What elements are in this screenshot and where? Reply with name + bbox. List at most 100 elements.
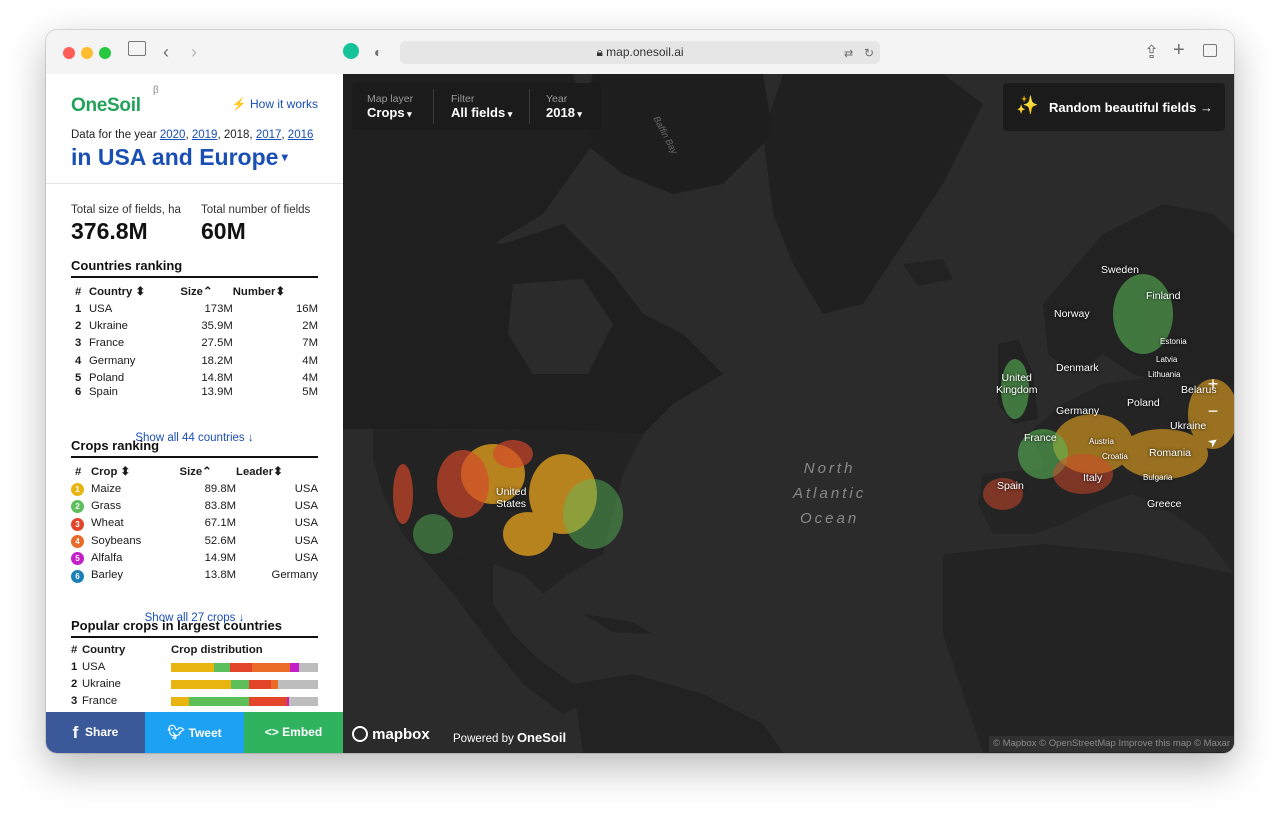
country-row[interactable]: 6 Spain 13.9M 5M	[71, 386, 318, 403]
crop-row[interactable]: 5 Alfalfa 14.9M USA	[71, 549, 318, 566]
powered-brand: OneSoil	[516, 730, 567, 745]
sidebar: OneSoil β ⚡ How it works Data for the ye…	[46, 74, 344, 753]
share-browser-icon[interactable]: ⇪	[1144, 42, 1159, 62]
back-icon[interactable]: ‹	[163, 42, 169, 62]
year-link-2017[interactable]: 2017	[256, 129, 282, 141]
crop-distribution-segment	[248, 697, 288, 706]
crop-row[interactable]: 2 Grass 83.8M USA	[71, 497, 318, 514]
countries-ranking-title: Countries ranking	[71, 258, 318, 278]
total-size-value: 376.8M	[71, 218, 148, 244]
how-it-works-link[interactable]: ⚡ How it works	[232, 97, 318, 111]
crop-size: 83.8M	[204, 499, 237, 512]
crop-row[interactable]: 1 Maize 89.8M USA	[71, 480, 318, 497]
country-row[interactable]: 3 France 27.5M 7M	[71, 335, 318, 352]
map-controls-panel: Map layer Crops ▾ Filter All fields ▾ Ye…	[352, 83, 601, 130]
popular-country[interactable]: France	[82, 695, 117, 707]
countries-header-row: # Country ⬍ Size⌃ Number⬍	[71, 283, 318, 300]
sidebar-toggle-icon[interactable]	[128, 41, 146, 56]
place-label: Poland	[1127, 397, 1160, 409]
crop-row[interactable]: 6 Barley 13.8M Germany	[71, 566, 318, 583]
crop-badge: 4	[71, 535, 84, 549]
country-size: 173M	[204, 302, 233, 315]
filter-dropdown[interactable]: Filter All fields ▾	[451, 93, 512, 120]
col-size[interactable]: Size⌃	[180, 283, 232, 300]
address-bar[interactable]: 🔒︎ map.onesoil.ai	[400, 41, 880, 64]
embed-button[interactable]: <> Embed	[244, 712, 343, 753]
year-prefix: Data for the year	[71, 129, 157, 141]
crop-distribution-segment	[213, 663, 230, 672]
place-label: Estonia	[1160, 337, 1187, 346]
rank: 2	[75, 319, 82, 332]
region-dropdown[interactable]: in USA and Europe ▾	[71, 144, 288, 171]
reload-icon[interactable]: ↻	[864, 43, 874, 63]
country-number: 5M	[302, 386, 318, 399]
chevron-down-icon: ▾	[278, 150, 288, 164]
year-link-2020[interactable]: 2020	[160, 129, 186, 141]
col-size-label: Size	[180, 286, 203, 298]
col-crop[interactable]: Crop ⬍	[91, 463, 180, 480]
map-layer-dropdown[interactable]: Map layer Crops ▾	[367, 93, 413, 120]
crop-name: Maize	[91, 482, 122, 495]
new-tab-icon[interactable]: +	[1173, 40, 1185, 60]
zoom-in-button[interactable]: +	[1200, 371, 1226, 397]
country-name: USA	[89, 302, 113, 315]
col-country: Country	[82, 644, 126, 656]
year-value: 2018	[546, 105, 575, 120]
minimize-window-button[interactable]	[81, 47, 93, 59]
map-canvas[interactable]: Map layer Crops ▾ Filter All fields ▾ Ye…	[343, 74, 1234, 753]
year-link-2016[interactable]: 2016	[288, 129, 314, 141]
country-row[interactable]: 1 USA 173M 16M	[71, 300, 318, 317]
shield-icon[interactable]: ◐	[374, 42, 382, 62]
zoom-window-button[interactable]	[99, 47, 111, 59]
countries-table: # Country ⬍ Size⌃ Number⬍ 1 USA 173M 16M 2U…	[71, 283, 318, 404]
country-size: 14.8M	[201, 371, 233, 384]
how-it-works-label: How it works	[249, 97, 318, 111]
country-row[interactable]: 5 Poland 14.8M 4M	[71, 369, 318, 386]
place-label: Finland	[1146, 290, 1181, 302]
col-number[interactable]: Number⬍	[233, 283, 318, 300]
map-attribution[interactable]: © Mapbox © OpenStreetMap Improve this ma…	[989, 736, 1234, 752]
crop-distribution-segment	[248, 680, 271, 689]
mapbox-logo[interactable]: mapbox	[352, 726, 430, 743]
share-button[interactable]: f Share	[46, 712, 145, 753]
crop-distribution-segment	[171, 663, 214, 672]
col-size[interactable]: Size⌃	[180, 463, 237, 480]
country-number: 16M	[296, 302, 318, 315]
popular-country[interactable]: Ukraine	[82, 678, 121, 690]
place-label: Italy	[1083, 472, 1103, 484]
popular-country[interactable]: USA	[82, 661, 105, 673]
zoom-out-button[interactable]: −	[1200, 398, 1226, 424]
country-row[interactable]: 2 Ukraine 35.9M 2M	[71, 317, 318, 334]
tweet-button[interactable]: 🐦︎ Tweet	[145, 712, 244, 753]
country-row[interactable]: 4 Germany 18.2M 4M	[71, 352, 318, 369]
crop-distribution-bar[interactable]	[171, 697, 318, 706]
crop-distribution-segment	[188, 697, 249, 706]
crop-distribution-bar[interactable]	[171, 680, 318, 689]
crop-leader: USA	[294, 482, 318, 495]
year-selector: Data for the year 2020, 2019, 2018, 2017…	[71, 129, 314, 141]
share-bar: f Share 🐦︎ Tweet <> Embed	[46, 712, 343, 753]
crop-distribution-segment	[278, 680, 318, 689]
year-link-2019[interactable]: 2019	[192, 129, 218, 141]
onesoil-logo[interactable]: OneSoil	[71, 95, 141, 117]
crop-row[interactable]: 3 Wheat 67.1M USA	[71, 515, 318, 532]
year-dropdown[interactable]: Year 2018 ▾	[546, 93, 582, 120]
col-country[interactable]: Country ⬍	[89, 283, 180, 300]
powered-by: Powered by OneSoil	[453, 730, 566, 745]
divider	[46, 183, 343, 184]
popular-rank: 2	[71, 678, 78, 690]
translate-icon[interactable]: ⇄	[844, 44, 853, 64]
country-number: 4M	[302, 371, 318, 384]
random-fields-button[interactable]: ✨ Random beautiful fields →	[1003, 83, 1225, 131]
forward-icon[interactable]: ›	[191, 42, 197, 62]
crop-distribution-bar[interactable]	[171, 663, 318, 672]
crop-row[interactable]: 4 Soybeans 52.6M USA	[71, 532, 318, 549]
crop-badge: 5	[71, 552, 84, 566]
crop-name: Wheat	[91, 517, 124, 530]
crop-name: Soybeans	[91, 534, 142, 547]
place-label: Sweden	[1101, 264, 1139, 276]
grammarly-icon[interactable]	[343, 43, 359, 59]
col-leader[interactable]: Leader⬍	[236, 463, 318, 480]
tabs-overview-icon[interactable]	[1203, 44, 1217, 57]
close-window-button[interactable]	[63, 47, 75, 59]
